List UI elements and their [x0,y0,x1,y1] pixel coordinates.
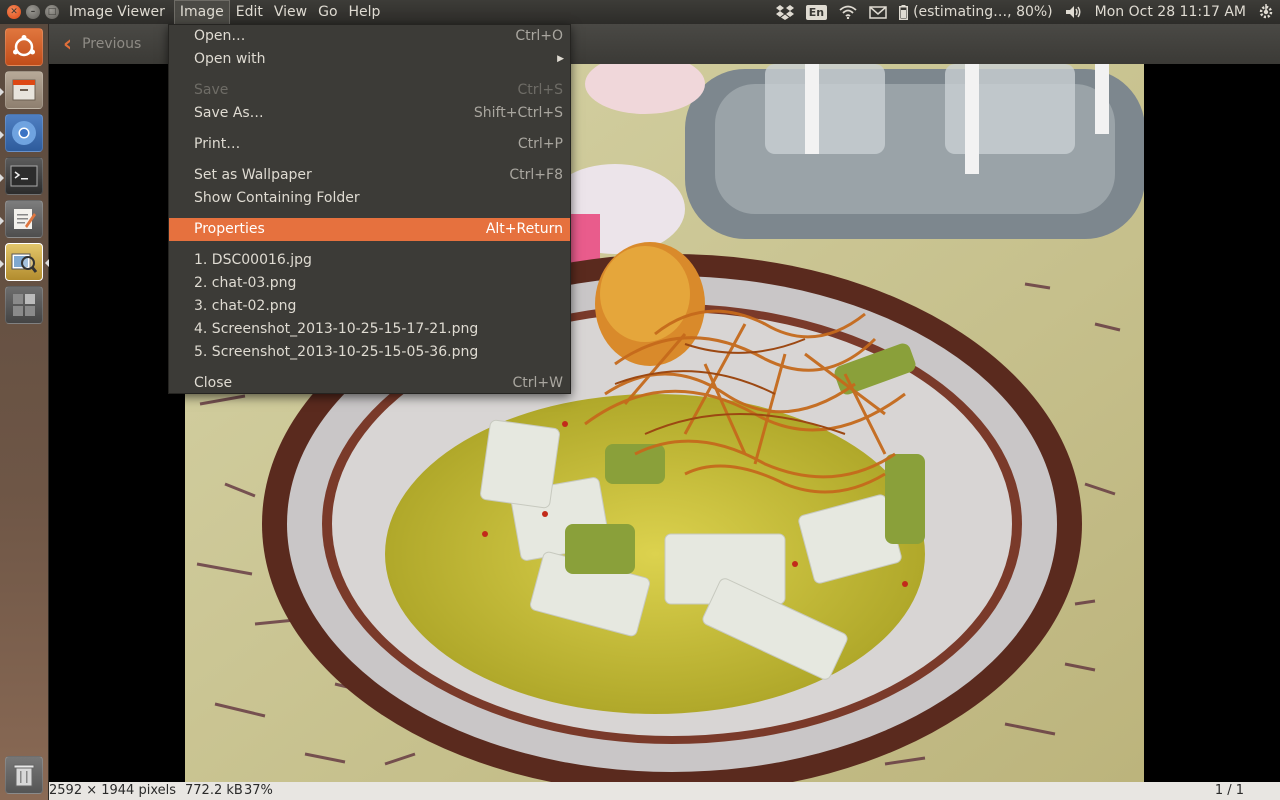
zoom-level: 37% [244,783,273,798]
launcher [0,24,49,800]
image-menu-dropdown: Open… Ctrl+O Open with ▶ Save Ctrl+S Sav… [168,24,571,394]
menu-image[interactable]: Image [173,0,230,24]
top-panel: ✕ – □ Image Viewer Image Edit View Go He… [0,0,1280,24]
window-minimize-button[interactable]: – [26,5,40,19]
menu-item-print[interactable]: Print… Ctrl+P [169,133,570,156]
shortcut-label: Ctrl+W [512,375,563,391]
running-indicator [0,88,4,96]
menu-item-label: Open with [194,51,266,67]
running-indicator [0,260,4,268]
menu-help[interactable]: Help [344,0,386,24]
shortcut-label: Ctrl+F8 [509,167,563,183]
recent-file-label: 4. Screenshot_2013-10-25-15-17-21.png [194,321,479,337]
menu-item-label: Open… [194,28,246,44]
menu-item-label: Print… [194,136,241,152]
image-viewer-icon[interactable] [5,243,43,281]
shortcut-label: Shift+Ctrl+S [473,105,563,121]
app-title: Image Viewer [69,4,165,20]
recent-file-label: 3. chat-02.png [194,298,297,314]
clock[interactable]: Mon Oct 28 11:17 AM [1095,4,1246,20]
workspace-switcher-icon[interactable] [5,286,43,324]
keyboard-language-indicator[interactable]: En [805,4,828,20]
mail-icon[interactable] [869,5,887,19]
settings-gear-icon[interactable] [1258,4,1274,20]
window-maximize-button[interactable]: □ [45,5,59,19]
menu-item-close[interactable]: Close Ctrl+W [169,372,570,395]
wifi-icon[interactable] [839,5,857,19]
battery-indicator[interactable]: (estimating…, 80%) [899,4,1053,20]
menu-item-set-wallpaper[interactable]: Set as Wallpaper Ctrl+F8 [169,164,570,187]
terminal-icon[interactable] [5,157,43,195]
recent-file-item[interactable]: 4. Screenshot_2013-10-25-15-17-21.png [169,318,570,341]
running-indicator [0,174,4,182]
menu-item-open-with[interactable]: Open with ▶ [169,48,570,71]
language-label: En [805,4,828,20]
running-indicator [0,131,4,139]
shortcut-label: Ctrl+O [515,28,563,44]
recent-file-item[interactable]: 2. chat-03.png [169,272,570,295]
recent-file-label: 2. chat-03.png [194,275,297,291]
menu-item-label: Set as Wallpaper [194,167,312,183]
shortcut-label: Alt+Return [485,221,563,237]
indicator-area: En (estimating…, 80%) Mon Oct 28 11:17 A… [770,0,1280,24]
recent-file-item[interactable]: 1. DSC00016.jpg [169,249,570,272]
menu-edit[interactable]: Edit [231,0,268,24]
previous-button[interactable]: ‹ Previous [57,30,147,58]
recent-file-item[interactable]: 5. Screenshot_2013-10-25-15-05-36.png [169,341,570,364]
text-editor-icon[interactable] [5,200,43,238]
dropbox-icon[interactable] [775,4,794,20]
shortcut-label: Ctrl+P [517,136,563,152]
chromium-browser-icon[interactable] [5,114,43,152]
image-position: 1 / 1 [1214,783,1244,798]
dash-home-icon[interactable] [5,28,43,66]
file-size: 772.2 kB [185,783,243,798]
battery-icon [899,4,909,20]
menu-item-save-as[interactable]: Save As… Shift+Ctrl+S [169,102,570,125]
menu-item-open[interactable]: Open… Ctrl+O [169,25,570,48]
menu-item-label: Save [194,82,229,98]
menubar: Image Viewer Image Edit View Go Help [64,0,386,24]
volume-icon[interactable] [1065,5,1083,19]
menu-item-properties[interactable]: Properties Alt+Return [169,218,570,241]
menu-item-show-folder[interactable]: Show Containing Folder [169,187,570,210]
battery-status: (estimating…, 80%) [913,4,1053,20]
statusbar: 2592 × 1944 pixels 772.2 kB 37% 1 / 1 [49,782,1280,800]
submenu-arrow-icon: ▶ [557,54,564,64]
shortcut-label: Ctrl+S [517,82,563,98]
chevron-left-icon: ‹ [63,31,73,57]
recent-file-label: 5. Screenshot_2013-10-25-15-05-36.png [194,344,479,360]
trash-icon[interactable] [5,756,43,794]
menu-view[interactable]: View [269,0,312,24]
recent-file-label: 1. DSC00016.jpg [194,252,312,268]
menu-go[interactable]: Go [313,0,342,24]
previous-label: Previous [82,36,142,52]
menu-item-label: Properties [194,221,265,237]
recent-file-item[interactable]: 3. chat-02.png [169,295,570,318]
menu-item-save[interactable]: Save Ctrl+S [169,79,570,102]
window-close-button[interactable]: ✕ [7,5,21,19]
menu-item-label: Show Containing Folder [194,190,360,206]
files-app-icon[interactable] [5,71,43,109]
menu-item-label: Save As… [194,105,264,121]
running-indicator [0,217,4,225]
menu-item-label: Close [194,375,233,391]
image-dimensions: 2592 × 1944 pixels [49,783,176,798]
